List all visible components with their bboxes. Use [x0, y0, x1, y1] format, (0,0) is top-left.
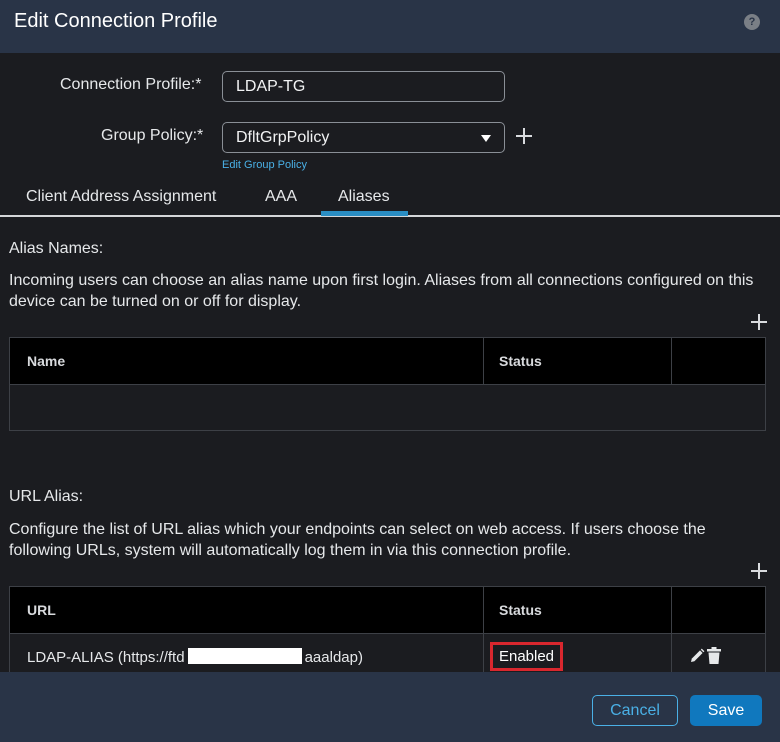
url-prefix: LDAP-ALIAS (https://ftd: [27, 649, 185, 666]
save-button[interactable]: Save: [690, 695, 762, 726]
empty-table-body: [10, 385, 765, 430]
column-divider: [671, 587, 672, 633]
connection-profile-input[interactable]: [222, 71, 505, 102]
status-badge: Enabled: [490, 642, 563, 671]
url-cell: LDAP-ALIAS (https://ftd aaaldap): [27, 648, 363, 666]
dialog-title: Edit Connection Profile: [14, 10, 218, 32]
url-suffix: aaaldap): [304, 649, 363, 666]
add-alias-name-icon[interactable]: [751, 314, 767, 330]
group-policy-select[interactable]: DfltGrpPolicy: [222, 122, 505, 153]
edit-group-policy-link[interactable]: Edit Group Policy: [222, 159, 307, 171]
url-alias-description: Configure the list of URL alias which yo…: [9, 521, 706, 559]
tab-client-address-assignment[interactable]: Client Address Assignment: [26, 188, 216, 206]
tab-aaa[interactable]: AAA: [265, 188, 297, 206]
table-header: Name Status: [10, 338, 765, 385]
cancel-button[interactable]: Cancel: [592, 695, 678, 726]
add-group-policy-icon[interactable]: [516, 128, 532, 144]
column-divider: [671, 338, 672, 384]
alias-names-title: Alias Names:: [9, 240, 104, 257]
table-header: URL Status: [10, 587, 765, 634]
url-alias-title: URL Alias:: [9, 488, 84, 505]
column-header-name[interactable]: Name: [27, 353, 65, 369]
url-alias-table: URL Status LDAP-ALIAS (https://ftd aaalda…: [9, 586, 766, 680]
dialog-header: Edit Connection Profile ?: [0, 0, 780, 53]
connection-profile-label: Connection Profile:*: [60, 76, 202, 93]
help-icon[interactable]: ?: [744, 14, 760, 30]
redacted-region: [187, 648, 302, 664]
column-divider: [483, 587, 484, 633]
column-header-status[interactable]: Status: [499, 353, 542, 369]
alias-names-description: Incoming users can choose an alias name …: [9, 272, 754, 310]
column-header-status[interactable]: Status: [499, 602, 542, 618]
group-policy-label: Group Policy:*: [101, 127, 204, 144]
chevron-down-icon: [481, 135, 491, 142]
column-header-url[interactable]: URL: [27, 602, 56, 618]
group-policy-value: DfltGrpPolicy: [236, 129, 330, 146]
column-divider: [483, 338, 484, 384]
dialog-footer: Cancel Save: [0, 672, 780, 742]
tab-aliases[interactable]: Aliases: [338, 188, 390, 206]
trash-icon[interactable]: [707, 647, 721, 664]
add-url-alias-icon[interactable]: [751, 563, 767, 579]
pencil-icon[interactable]: [689, 648, 705, 664]
active-tab-indicator: [321, 211, 408, 216]
alias-names-table: Name Status: [9, 337, 766, 431]
